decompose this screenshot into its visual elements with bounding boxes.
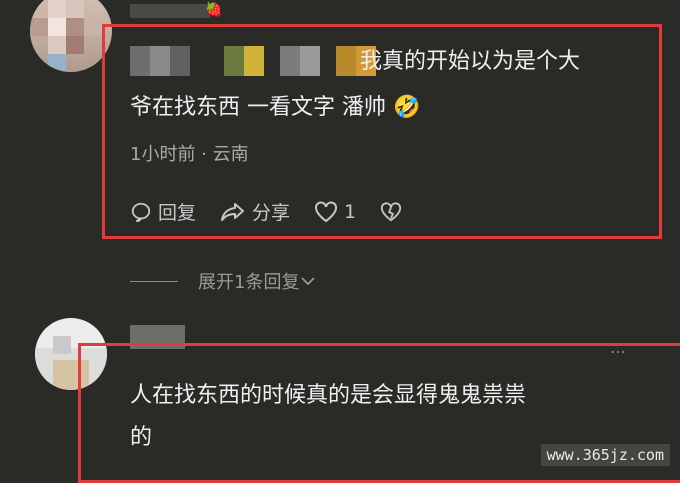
dislike-button[interactable] bbox=[380, 201, 408, 223]
reply-button[interactable]: 回复 bbox=[130, 198, 196, 225]
comment-text-line2: 爷在找东西 一看文字 潘帅 🤣 bbox=[130, 90, 420, 126]
like-count: 1 bbox=[344, 200, 357, 223]
expand-replies-label: 展开1条回复 bbox=[198, 272, 300, 293]
comment-actions: 回复 分享 1 bbox=[130, 198, 432, 225]
laughing-emoji-icon: 🤣 bbox=[393, 95, 421, 120]
comment-text-line2: 的 bbox=[130, 425, 153, 450]
comment-text-line1: 人在找东西的时候真的是会显得鬼鬼祟祟 bbox=[130, 383, 527, 408]
share-arrow-icon bbox=[221, 202, 245, 221]
expand-replies[interactable]: 展开1条回复 bbox=[130, 268, 317, 294]
chevron-down-icon bbox=[301, 277, 316, 286]
divider bbox=[130, 280, 178, 282]
comment-meta: 1小时前 · 云南 bbox=[130, 144, 249, 165]
watermark: www.365jz.com bbox=[540, 444, 670, 466]
broken-heart-icon bbox=[381, 201, 402, 221]
comment-bubble-icon bbox=[131, 202, 151, 222]
comment-text-line1: 我真的开始以为是个大 bbox=[360, 49, 581, 74]
share-button[interactable]: 分享 bbox=[220, 198, 290, 225]
mentions-blurred bbox=[130, 46, 376, 76]
comment-text: 爷在找东西 一看文字 潘帅 bbox=[130, 95, 386, 120]
avatar[interactable] bbox=[30, 0, 112, 72]
username-blurred bbox=[130, 4, 210, 18]
strawberry-icon: 🍓 bbox=[205, 2, 223, 18]
like-button[interactable]: 1 bbox=[314, 201, 356, 223]
share-label: 分享 bbox=[252, 202, 291, 224]
reply-label: 回复 bbox=[158, 202, 197, 224]
heart-icon bbox=[315, 200, 338, 222]
